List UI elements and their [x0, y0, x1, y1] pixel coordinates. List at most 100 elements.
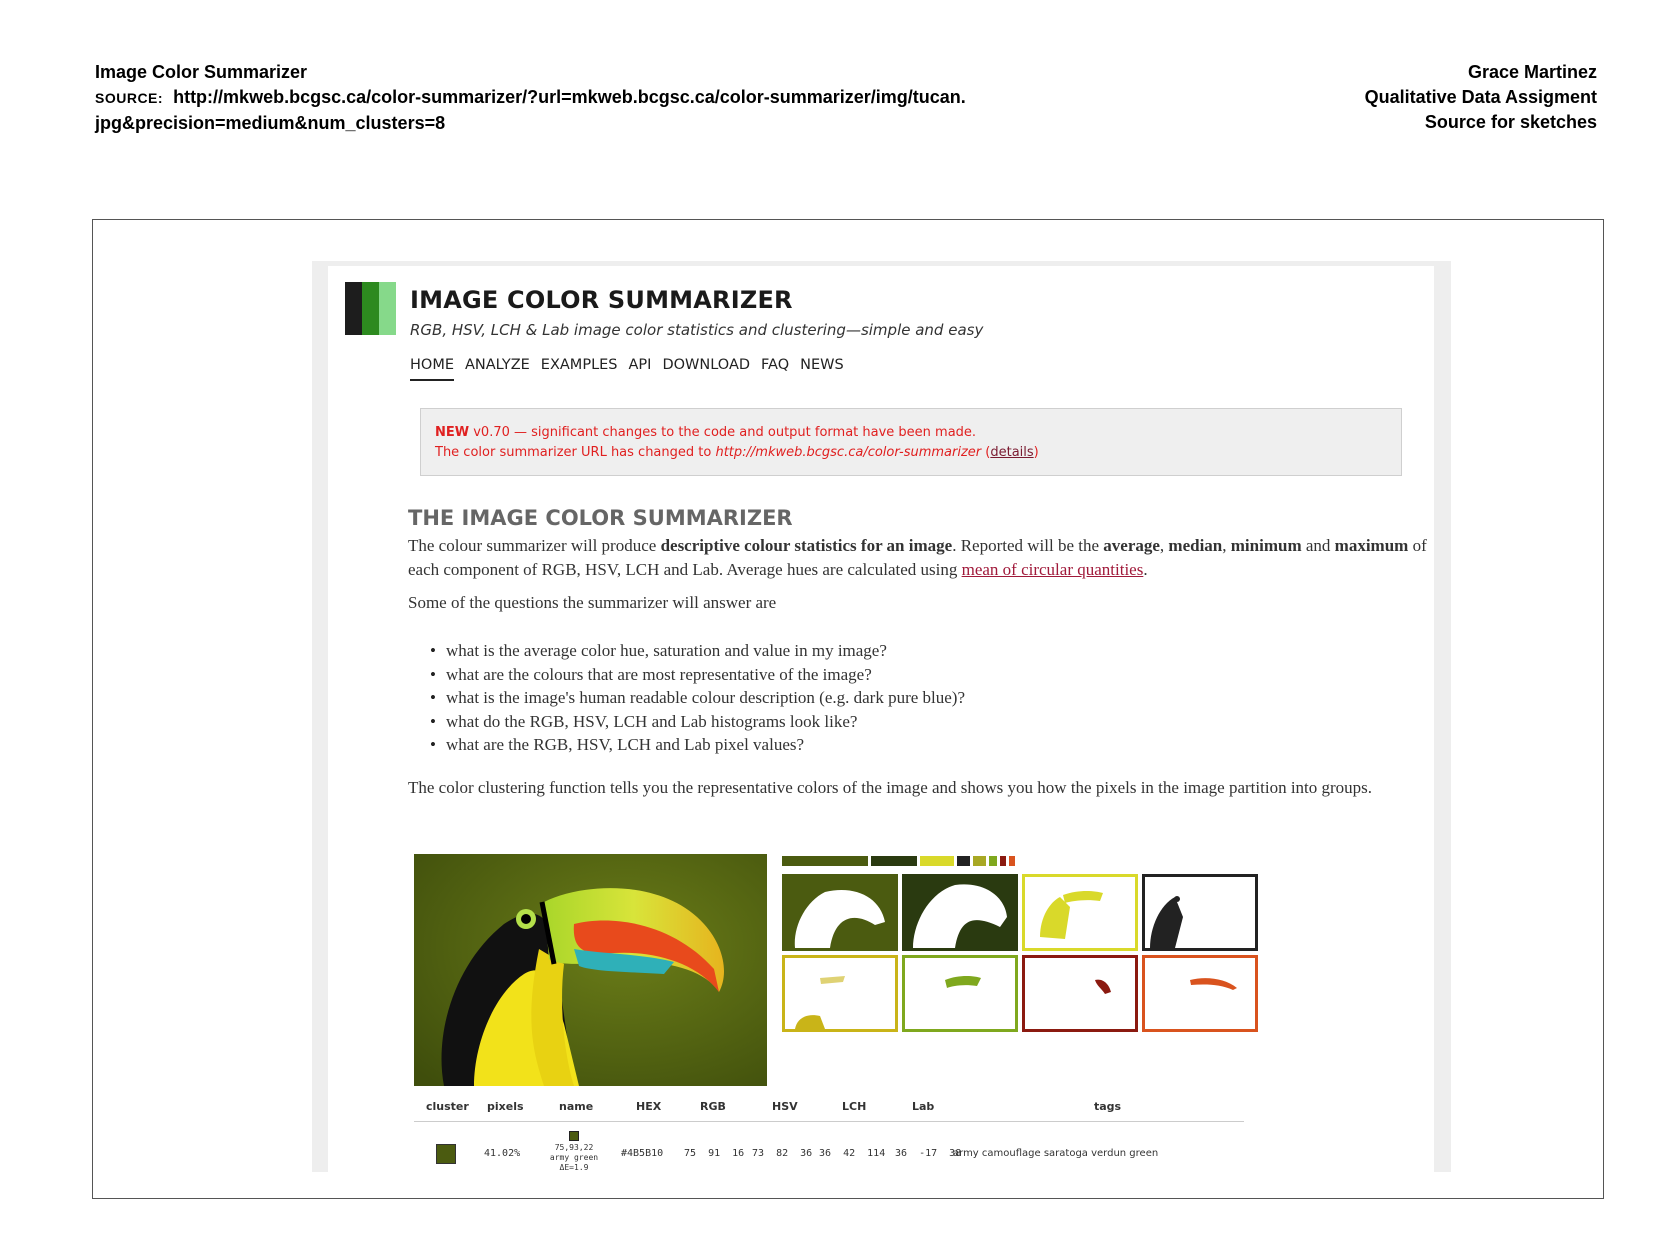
cluster-palette [782, 856, 1015, 866]
palette-swatch-1 [782, 856, 868, 866]
cluster-thumb-4-picture [1145, 877, 1255, 948]
p1-bold-descriptive: descriptive colour statistics for an ima… [660, 536, 953, 555]
p1-bold-average: average [1103, 536, 1160, 555]
name-delta: ΔE=1.9 [559, 1163, 589, 1172]
palette-swatch-2 [871, 856, 917, 866]
intro-paragraph: The colour summarizer will produce descr… [408, 534, 1428, 582]
cluster-thumb-4[interactable] [1142, 874, 1258, 951]
cluster-grid [782, 874, 1258, 1032]
sheet-author: Grace Martinez [1467, 62, 1597, 82]
toucan-picture [414, 854, 767, 1086]
cluster-thumb-3[interactable] [1022, 874, 1138, 951]
notice-url: http://mkweb.bcgsc.ca/color-summarizer [715, 445, 982, 460]
table-row[interactable]: 41.02% 75,93,22 army green ΔE=1.9 #4B5B1… [414, 1126, 1244, 1172]
cluster-thumb-5-picture [785, 958, 895, 1029]
p1-text: and [1301, 536, 1335, 555]
col-lch: LCH [842, 1100, 867, 1113]
questions-intro: Some of the questions the summarizer wil… [408, 593, 777, 612]
palette-swatch-3 [920, 856, 954, 866]
col-pixels: pixels [487, 1100, 524, 1113]
palette-swatch-5 [973, 856, 986, 866]
cell-lab: 36 -17 38 [895, 1148, 962, 1159]
nav-examples[interactable]: EXAMPLES [541, 357, 618, 381]
nav-news[interactable]: NEWS [800, 357, 844, 381]
cluster-thumb-2-picture [905, 877, 1015, 948]
sheet-assignment: Qualitative Data Assigment [1364, 87, 1597, 107]
logo-stripe-green [362, 282, 379, 335]
sheet-title: Image Color Summarizer [95, 62, 308, 82]
name-rgb: 75,93,22 [554, 1143, 594, 1152]
cell-hex: #4B5B10 [621, 1148, 664, 1159]
site-title: IMAGE COLOR SUMMARIZER [410, 286, 793, 314]
p1-text: . Reported will be the [952, 536, 1104, 555]
cluster-thumb-7[interactable] [1022, 955, 1138, 1032]
cell-rgb: 75 91 16 [684, 1148, 745, 1159]
sheet-header-right: Grace Martinez Qualitative Data Assigmen… [1365, 60, 1597, 135]
p1-text: The colour summarizer will produce [408, 536, 661, 555]
section-heading: THE IMAGE COLOR SUMMARIZER [408, 506, 793, 530]
palette-swatch-4 [957, 856, 970, 866]
cluster-thumb-1[interactable] [782, 874, 898, 951]
col-lab: Lab [912, 1100, 935, 1113]
col-tags: tags [1094, 1100, 1122, 1113]
notice-new-label: NEW [435, 425, 470, 440]
main-nav: HOME ANALYZE EXAMPLES API DOWNLOAD FAQ N… [410, 357, 844, 381]
p1-bold-maximum: maximum [1334, 536, 1409, 555]
questions-list: what is the average color hue, saturatio… [430, 639, 965, 757]
list-item: what are the colours that are most repre… [430, 663, 965, 687]
col-hex: HEX [636, 1100, 662, 1113]
clustering-paragraph: The color clustering function tells you … [408, 778, 1373, 797]
nav-faq[interactable]: FAQ [761, 357, 789, 381]
sheet-purpose: Source for sketches [1424, 112, 1597, 132]
site-logo[interactable] [345, 282, 396, 335]
nav-home[interactable]: HOME [410, 357, 454, 381]
list-item: what is the average color hue, saturatio… [430, 639, 965, 663]
list-item: what is the image's human readable colou… [430, 686, 965, 710]
list-item: what are the RGB, HSV, LCH and Lab pixel… [430, 733, 965, 757]
cluster-thumb-1-picture [785, 877, 895, 948]
nav-api[interactable]: API [629, 357, 652, 381]
notice-details-open: ( [981, 445, 991, 460]
cluster-thumb-5[interactable] [782, 955, 898, 1032]
news-notice: NEW v0.70 — significant changes to the c… [420, 408, 1402, 476]
p1-text: , [1222, 536, 1231, 555]
nav-analyze[interactable]: ANALYZE [465, 357, 530, 381]
cluster-thumb-6[interactable] [902, 955, 1018, 1032]
notice-line1-text: v0.70 — significant changes to the code … [469, 425, 977, 440]
site-subtitle: RGB, HSV, LCH & Lab image color statisti… [410, 321, 984, 339]
col-hsv: HSV [772, 1100, 798, 1113]
cluster-thumb-8-picture [1145, 958, 1255, 1029]
cluster-thumb-8[interactable] [1142, 955, 1258, 1032]
cluster-thumb-2[interactable] [902, 874, 1018, 951]
web-page: IMAGE COLOR SUMMARIZER RGB, HSV, LCH & L… [328, 266, 1434, 1172]
nav-download[interactable]: DOWNLOAD [662, 357, 750, 381]
cluster-swatch [436, 1144, 456, 1164]
cluster-thumb-3-picture [1025, 877, 1135, 948]
col-name: name [559, 1100, 594, 1113]
col-cluster: cluster [426, 1100, 469, 1113]
circular-quantities-link[interactable]: mean of circular quantities [962, 560, 1144, 579]
cluster-table-header: cluster pixels name HEX RGB HSV LCH Lab … [414, 1092, 1244, 1122]
cluster-thumb-7-picture [1025, 958, 1135, 1029]
browser-screenshot: IMAGE COLOR SUMMARIZER RGB, HSV, LCH & L… [312, 261, 1451, 1172]
notice-line2-prefix: The color summarizer URL has changed to [435, 445, 716, 460]
cell-name: 75,93,22 army green ΔE=1.9 [544, 1143, 604, 1172]
source-url-line2: jpg&precision=medium&num_clusters=8 [95, 113, 446, 133]
source-url-line1: http://mkweb.bcgsc.ca/color-summarizer/?… [173, 87, 966, 107]
cell-tags: army camouflage saratoga verdun green [953, 1148, 1159, 1159]
name-swatch [569, 1131, 579, 1141]
p1-bold-minimum: minimum [1230, 536, 1302, 555]
name-label: army green [549, 1153, 599, 1162]
palette-swatch-6 [989, 856, 997, 866]
cell-hsv: 73 82 36 [752, 1148, 813, 1159]
notice-details-link[interactable]: details [990, 445, 1033, 460]
source-label: SOURCE: [95, 90, 164, 106]
cell-lch: 36 42 114 [819, 1148, 886, 1159]
toucan-image [414, 854, 767, 1086]
palette-swatch-8 [1009, 856, 1015, 866]
cluster-thumb-6-picture [905, 958, 1015, 1029]
notice-line1: NEW v0.70 — significant changes to the c… [435, 423, 1387, 443]
palette-swatch-7 [1000, 856, 1006, 866]
sheet-header-left: Image Color Summarizer SOURCE: http://mk… [95, 60, 966, 136]
col-rgb: RGB [700, 1100, 726, 1113]
